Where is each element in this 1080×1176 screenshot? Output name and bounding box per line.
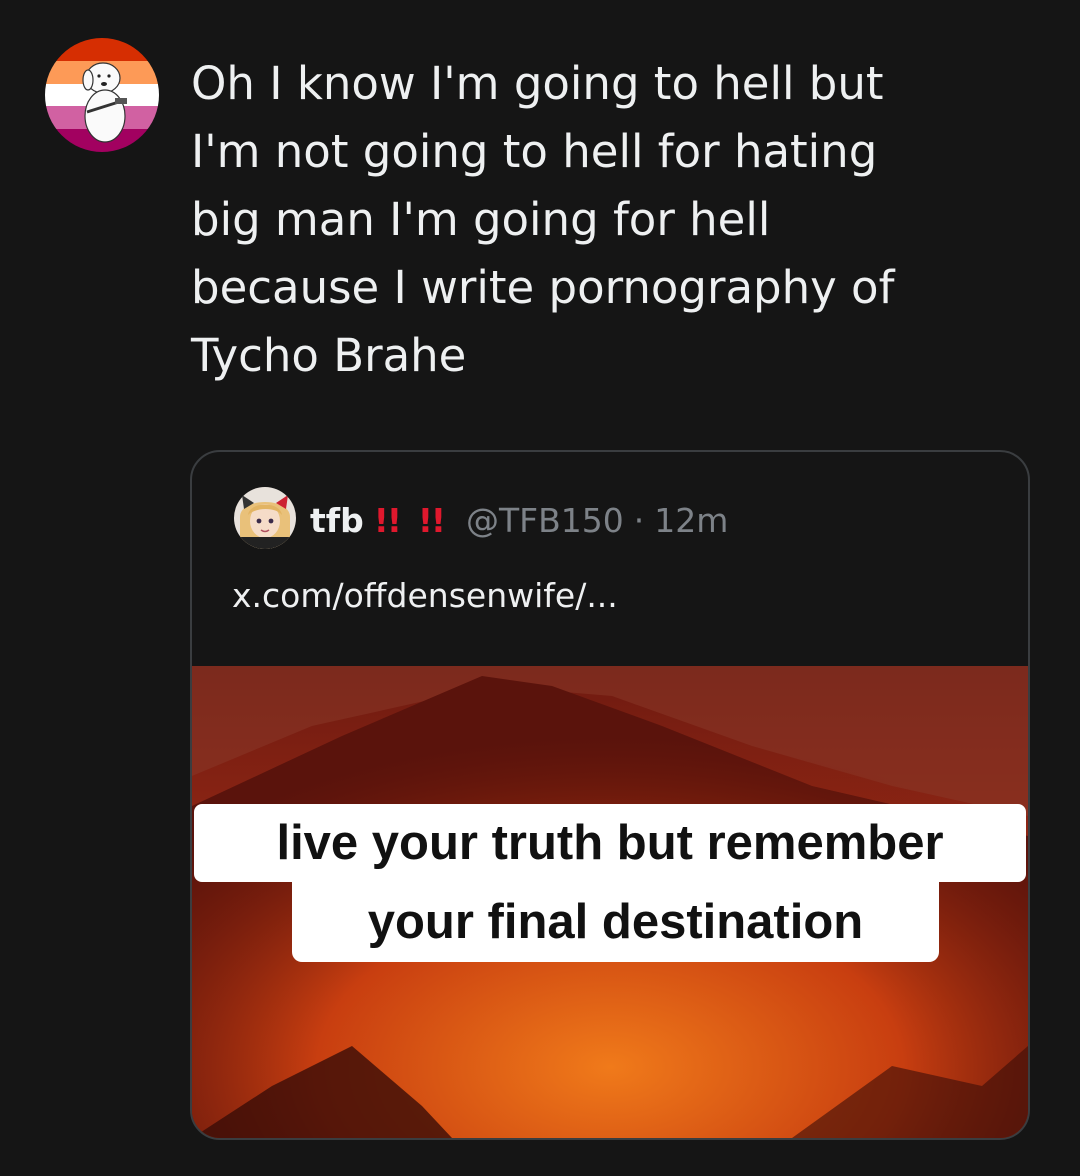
author-avatar[interactable] [45,38,159,152]
quote-link[interactable]: x.com/offdensenwife/... [232,576,618,615]
header-separator: · [633,500,645,540]
quoted-tweet-card[interactable]: tfb !! !! @TFB150 · 12m x.com/offdensenw… [190,450,1030,1140]
exclamation-badge-icon: !! [417,500,446,540]
tweet-text-line: because I write pornography of [191,261,895,314]
quote-author-avatar[interactable] [234,487,296,549]
quote-author-name[interactable]: tfb [310,501,364,540]
quote-timestamp[interactable]: 12m [654,501,728,540]
tweet-text-line: Tycho Brahe [191,329,467,382]
meme-caption-line2: your final destination [292,882,939,962]
meme-caption-line1: live your truth but remember [194,804,1026,882]
exclamation-badge-icon: !! [373,500,402,540]
tweet-text-line: Oh I know I'm going to hell but [191,57,884,110]
quote-media-image[interactable]: live your truth but remember your final … [192,666,1028,1138]
tweet-text-line: I'm not going to hell for hating [191,125,878,178]
tweet-text: Oh I know I'm going to hell but I'm not … [191,50,1051,390]
anime-girl-icon [234,487,296,549]
quote-author-handle[interactable]: @TFB150 [466,501,624,540]
quote-header: tfb !! !! @TFB150 · 12m [310,498,728,542]
tweet-text-line: big man I'm going for hell [191,193,771,246]
lesbian-flag-dog-icon [45,38,159,152]
